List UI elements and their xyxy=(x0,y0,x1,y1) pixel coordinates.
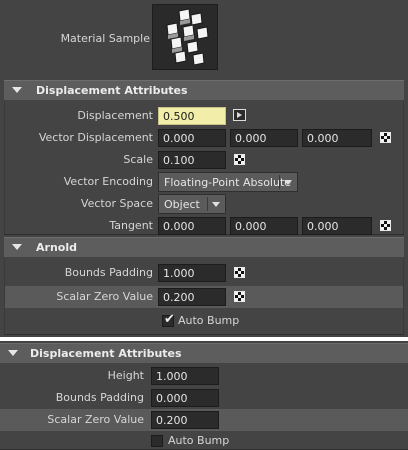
collapse-arrow-icon xyxy=(12,87,22,93)
vector-encoding-dropdown[interactable]: Floating-Point Absolute xyxy=(158,172,298,192)
scalar-zero-value-label: Scalar Zero Value xyxy=(56,290,153,303)
vector-displacement-z-field[interactable]: 0.000 xyxy=(302,129,372,147)
material-sample-preview-icon xyxy=(166,8,209,66)
bounds-padding-row-2: Bounds Padding 0.000 xyxy=(0,387,408,409)
vector-displacement-x-field[interactable]: 0.000 xyxy=(158,129,226,147)
vector-encoding-value: Floating-Point Absolute xyxy=(164,176,292,189)
displacement-attributes-body-2: Height 1.000 Bounds Padding 0.000 Scalar… xyxy=(0,364,408,450)
attribute-editor-panel: Material Sample Displacement Attributes … xyxy=(0,0,408,337)
vector-space-row: Vector Space Object xyxy=(5,193,403,215)
scale-label: Scale xyxy=(123,153,153,166)
collapse-arrow-icon xyxy=(8,350,18,356)
tangent-row: Tangent 0.000 0.000 0.000 xyxy=(5,215,403,237)
vector-displacement-y-field[interactable]: 0.000 xyxy=(230,129,298,147)
bounds-padding-label: Bounds Padding xyxy=(55,391,144,404)
bounds-padding-label: Bounds Padding xyxy=(64,266,153,279)
dropdown-separator xyxy=(279,175,280,189)
texture-map-checker-icon[interactable] xyxy=(234,154,245,165)
arnold-body: Bounds Padding 1.000 Scalar Zero Value 0… xyxy=(4,258,404,335)
auto-bump-row-2: Auto Bump xyxy=(0,430,408,450)
material-sample-swatch[interactable] xyxy=(152,4,218,70)
texture-map-checker-icon[interactable] xyxy=(234,291,245,302)
displacement-row: Displacement 0.500 xyxy=(5,105,403,127)
section-title: Displacement Attributes xyxy=(36,84,188,97)
vector-space-dropdown[interactable]: Object xyxy=(158,194,226,214)
scalar-zero-value-field[interactable]: 0.200 xyxy=(151,411,219,429)
bounds-padding-row: Bounds Padding 1.000 xyxy=(5,262,403,284)
vector-space-label: Vector Space xyxy=(80,197,153,210)
texture-map-checker-icon[interactable] xyxy=(234,267,245,278)
displacement-label: Displacement xyxy=(77,109,153,122)
auto-bump-row: ✔ Auto Bump xyxy=(5,310,403,332)
vector-displacement-label: Vector Displacement xyxy=(38,131,153,144)
vector-encoding-label: Vector Encoding xyxy=(63,175,153,188)
vector-space-value: Object xyxy=(164,198,200,211)
height-field[interactable]: 1.000 xyxy=(151,367,219,385)
auto-bump-checkbox[interactable]: ✔ xyxy=(162,312,175,327)
texture-map-checker-icon[interactable] xyxy=(380,220,391,231)
scalar-zero-value-label: Scalar Zero Value xyxy=(47,413,144,426)
attribute-editor-panel-2: Displacement Attributes Height 1.000 Bou… xyxy=(0,341,408,450)
displacement-field[interactable]: 0.500 xyxy=(158,107,226,125)
scalar-zero-value-row-2: Scalar Zero Value 0.200 xyxy=(0,409,408,431)
bounds-padding-field[interactable]: 1.000 xyxy=(158,264,226,282)
auto-bump-checkbox[interactable] xyxy=(151,435,163,447)
tangent-x-field[interactable]: 0.000 xyxy=(158,217,226,235)
texture-map-checker-icon[interactable] xyxy=(380,132,391,143)
tangent-y-field[interactable]: 0.000 xyxy=(230,217,298,235)
map-connect-icon[interactable] xyxy=(233,109,246,121)
displacement-attributes-body: Displacement 0.500 Vector Displacement 0… xyxy=(4,101,404,235)
displacement-attributes-header-2[interactable]: Displacement Attributes xyxy=(0,343,408,363)
collapse-arrow-icon xyxy=(12,244,22,250)
height-label: Height xyxy=(107,369,144,382)
dropdown-separator xyxy=(207,197,208,211)
arnold-header[interactable]: Arnold xyxy=(4,237,404,257)
tangent-z-field[interactable]: 0.000 xyxy=(302,217,372,235)
displacement-attributes-header[interactable]: Displacement Attributes xyxy=(4,80,404,100)
auto-bump-label: Auto Bump xyxy=(168,434,230,447)
checkmark-icon: ✔ xyxy=(164,312,175,327)
scalar-zero-value-row: Scalar Zero Value 0.200 xyxy=(5,286,403,308)
material-sample-label: Material Sample xyxy=(60,32,150,45)
scale-field[interactable]: 0.100 xyxy=(158,151,226,169)
chevron-down-icon xyxy=(212,202,220,207)
vector-encoding-row: Vector Encoding Floating-Point Absolute xyxy=(5,171,403,193)
chevron-down-icon xyxy=(284,180,292,185)
scalar-zero-value-field[interactable]: 0.200 xyxy=(158,288,226,306)
auto-bump-label: Auto Bump xyxy=(178,314,240,327)
tangent-label: Tangent xyxy=(109,219,153,232)
scale-row: Scale 0.100 xyxy=(5,149,403,171)
section-title: Displacement Attributes xyxy=(30,347,182,360)
height-row: Height 1.000 xyxy=(0,365,408,387)
section-title: Arnold xyxy=(36,241,77,254)
bounds-padding-field[interactable]: 0.000 xyxy=(151,389,219,407)
vector-displacement-row: Vector Displacement 0.000 0.000 0.000 xyxy=(5,127,403,149)
